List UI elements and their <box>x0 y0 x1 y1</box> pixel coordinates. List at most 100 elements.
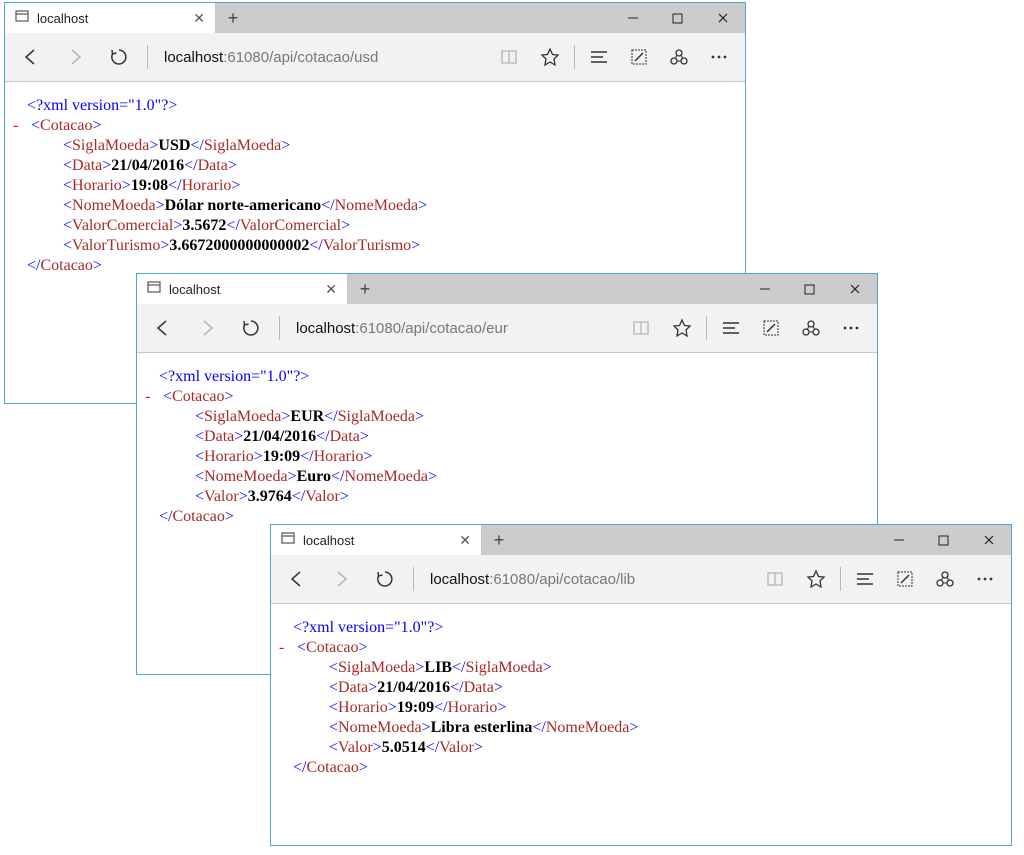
back-button[interactable] <box>277 559 317 599</box>
address-bar[interactable]: localhost:61080/api/cotacao/lib <box>422 571 752 588</box>
share-icon[interactable] <box>791 308 831 348</box>
share-icon[interactable] <box>659 37 699 77</box>
minimize-button[interactable] <box>742 274 787 304</box>
web-note-icon[interactable] <box>885 559 925 599</box>
page-icon <box>147 280 161 299</box>
xml-element: <Valor>5.0514</Valor> <box>329 738 1003 758</box>
titlebar: localhost ✕ + <box>5 3 745 33</box>
xml-element: <NomeMoeda>Euro</NomeMoeda> <box>195 467 869 487</box>
separator <box>706 316 707 340</box>
reading-view-icon[interactable] <box>622 308 662 348</box>
refresh-button[interactable] <box>365 559 405 599</box>
refresh-button[interactable] <box>231 308 271 348</box>
favorites-star-icon[interactable] <box>796 559 836 599</box>
share-icon[interactable] <box>925 559 965 599</box>
xml-element: <Horario>19:09</Horario> <box>329 698 1003 718</box>
xml-element: <SiglaMoeda>LIB</SiglaMoeda> <box>329 658 1003 678</box>
hub-icon[interactable] <box>579 37 619 77</box>
xml-root-close: </Cotacao> <box>293 758 1003 778</box>
page-icon <box>281 531 295 550</box>
xml-declaration: <?xml version="1.0"?> <box>293 618 1003 638</box>
forward-button[interactable] <box>321 559 361 599</box>
close-tab-icon[interactable]: ✕ <box>325 281 337 298</box>
xml-element: <NomeMoeda>Libra esterlina</NomeMoeda> <box>329 718 1003 738</box>
page-content: <?xml version="1.0"?> - <Cotacao> <Sigla… <box>5 82 745 290</box>
forward-button[interactable] <box>55 37 95 77</box>
url-path: :61080/api/cotacao/lib <box>489 571 635 588</box>
window-controls <box>876 525 1011 555</box>
browser-tab[interactable]: localhost ✕ <box>5 3 216 33</box>
refresh-button[interactable] <box>99 37 139 77</box>
window-controls <box>742 274 877 304</box>
xml-element: <ValorTurismo>3.6672000000000002</ValorT… <box>63 236 737 256</box>
page-content: <?xml version="1.0"?> - <Cotacao> <Sigla… <box>271 604 1011 792</box>
forward-button[interactable] <box>187 308 227 348</box>
xml-declaration: <?xml version="1.0"?> <box>159 367 869 387</box>
close-window-button[interactable] <box>700 3 745 33</box>
reading-view-icon[interactable] <box>490 37 530 77</box>
window-controls <box>610 3 745 33</box>
minimize-button[interactable] <box>610 3 655 33</box>
xml-element: <SiglaMoeda>EUR</SiglaMoeda> <box>195 407 869 427</box>
tab-title: localhost <box>303 533 354 548</box>
new-tab-button[interactable]: + <box>482 525 516 555</box>
maximize-button[interactable] <box>787 274 832 304</box>
favorites-star-icon[interactable] <box>530 37 570 77</box>
url-path: :61080/api/cotacao/usd <box>223 49 378 66</box>
page-content: <?xml version="1.0"?> - <Cotacao> <Sigla… <box>137 353 877 541</box>
close-tab-icon[interactable]: ✕ <box>193 10 205 27</box>
back-button[interactable] <box>143 308 183 348</box>
xml-element: <Horario>19:08</Horario> <box>63 176 737 196</box>
reading-view-icon[interactable] <box>756 559 796 599</box>
xml-element: <ValorComercial>3.5672</ValorComercial> <box>63 216 737 236</box>
toolbar: localhost:61080/api/cotacao/usd <box>5 33 745 82</box>
xml-element: <Data>21/04/2016</Data> <box>195 427 869 447</box>
url-host: localhost <box>164 49 223 66</box>
separator <box>840 567 841 591</box>
new-tab-button[interactable]: + <box>348 274 382 304</box>
browser-tab[interactable]: localhost ✕ <box>137 274 348 304</box>
web-note-icon[interactable] <box>619 37 659 77</box>
page-icon <box>15 9 29 28</box>
back-button[interactable] <box>11 37 51 77</box>
maximize-button[interactable] <box>655 3 700 33</box>
more-icon[interactable] <box>699 37 739 77</box>
xml-element: <SiglaMoeda>USD</SiglaMoeda> <box>63 136 737 156</box>
xml-fields: <SiglaMoeda>LIB</SiglaMoeda><Data>21/04/… <box>279 658 1003 758</box>
hub-icon[interactable] <box>711 308 751 348</box>
xml-fields: <SiglaMoeda>EUR</SiglaMoeda><Data>21/04/… <box>145 407 869 507</box>
separator <box>147 45 148 69</box>
more-icon[interactable] <box>831 308 871 348</box>
xml-element: <NomeMoeda>Dólar norte-americano</NomeMo… <box>63 196 737 216</box>
titlebar-background[interactable]: + <box>216 3 745 33</box>
titlebar-background[interactable]: + <box>348 274 877 304</box>
url-host: localhost <box>430 571 489 588</box>
address-bar[interactable]: localhost:61080/api/cotacao/eur <box>288 320 618 337</box>
maximize-button[interactable] <box>921 525 966 555</box>
url-path: :61080/api/cotacao/eur <box>355 320 508 337</box>
browser-tab[interactable]: localhost ✕ <box>271 525 482 555</box>
tab-title: localhost <box>37 11 88 26</box>
hub-icon[interactable] <box>845 559 885 599</box>
xml-element: <Data>21/04/2016</Data> <box>329 678 1003 698</box>
separator <box>279 316 280 340</box>
xml-declaration: <?xml version="1.0"?> <box>27 96 737 116</box>
separator <box>413 567 414 591</box>
xml-element: <Valor>3.9764</Valor> <box>195 487 869 507</box>
close-window-button[interactable] <box>832 274 877 304</box>
titlebar: localhost ✕ + <box>137 274 877 304</box>
new-tab-button[interactable]: + <box>216 3 250 33</box>
web-note-icon[interactable] <box>751 308 791 348</box>
titlebar-background[interactable]: + <box>482 525 1011 555</box>
more-icon[interactable] <box>965 559 1005 599</box>
tab-title: localhost <box>169 282 220 297</box>
close-window-button[interactable] <box>966 525 1011 555</box>
minimize-button[interactable] <box>876 525 921 555</box>
close-tab-icon[interactable]: ✕ <box>459 532 471 549</box>
xml-element: <Horario>19:09</Horario> <box>195 447 869 467</box>
toolbar-right <box>756 559 1005 599</box>
address-bar[interactable]: localhost:61080/api/cotacao/usd <box>156 49 486 66</box>
xml-root-open: - <Cotacao> <box>13 116 737 136</box>
favorites-star-icon[interactable] <box>662 308 702 348</box>
url-host: localhost <box>296 320 355 337</box>
